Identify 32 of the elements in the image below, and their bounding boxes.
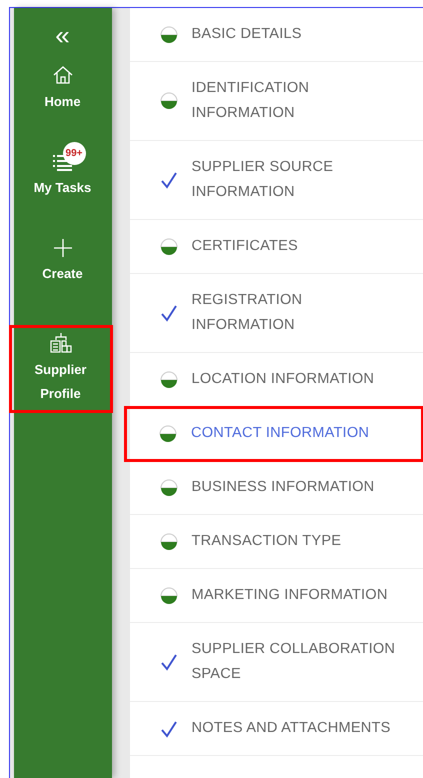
org-chart-icon — [48, 332, 72, 354]
section-item[interactable]: CONTACT INFORMATION — [124, 407, 423, 461]
check-icon — [160, 304, 178, 322]
half-filled-circle-icon — [159, 424, 177, 442]
check-icon — [160, 653, 178, 671]
nav-item[interactable]: Create — [14, 232, 112, 292]
half-filled-circle-icon — [160, 532, 178, 550]
plus-icon — [52, 238, 72, 258]
collapse-icon[interactable]: « — [55, 22, 70, 48]
section-item[interactable]: BUSINESS INFORMATION — [130, 461, 423, 515]
check-icon — [160, 720, 178, 738]
section-item[interactable]: MARKETING INFORMATION — [130, 569, 423, 623]
section-item[interactable]: LOCATION INFORMATION — [130, 353, 423, 407]
section-item[interactable]: REGISTRATION INFORMATION — [130, 274, 423, 353]
half-filled-circle-icon — [160, 478, 178, 496]
half-filled-circle-icon — [160, 26, 178, 44]
half-filled-circle-icon — [160, 238, 178, 256]
section-item[interactable]: BASIC DETAILS — [130, 8, 423, 62]
nav-item[interactable]: Home — [14, 58, 112, 120]
half-filled-circle-icon — [160, 92, 178, 110]
section-item[interactable]: CERTIFICATES — [130, 220, 423, 274]
section-item[interactable]: SUPPLIER SOURCE INFORMATION — [130, 141, 423, 220]
home-icon — [52, 64, 74, 86]
section-item[interactable]: TRANSACTION TYPE — [130, 515, 423, 569]
nav-item[interactable]: Supplier Profile — [10, 326, 112, 412]
section-item[interactable]: NOTES AND ATTACHMENTS — [130, 702, 423, 756]
check-icon — [160, 171, 178, 189]
half-filled-circle-icon — [160, 586, 178, 604]
section-item[interactable]: SUPPLIER COLLABORATION SPACE — [130, 623, 423, 702]
count-badge: 99+ — [62, 142, 86, 165]
half-filled-circle-icon — [160, 370, 178, 388]
section-item[interactable]: IDENTIFICATION INFORMATION — [130, 62, 423, 141]
